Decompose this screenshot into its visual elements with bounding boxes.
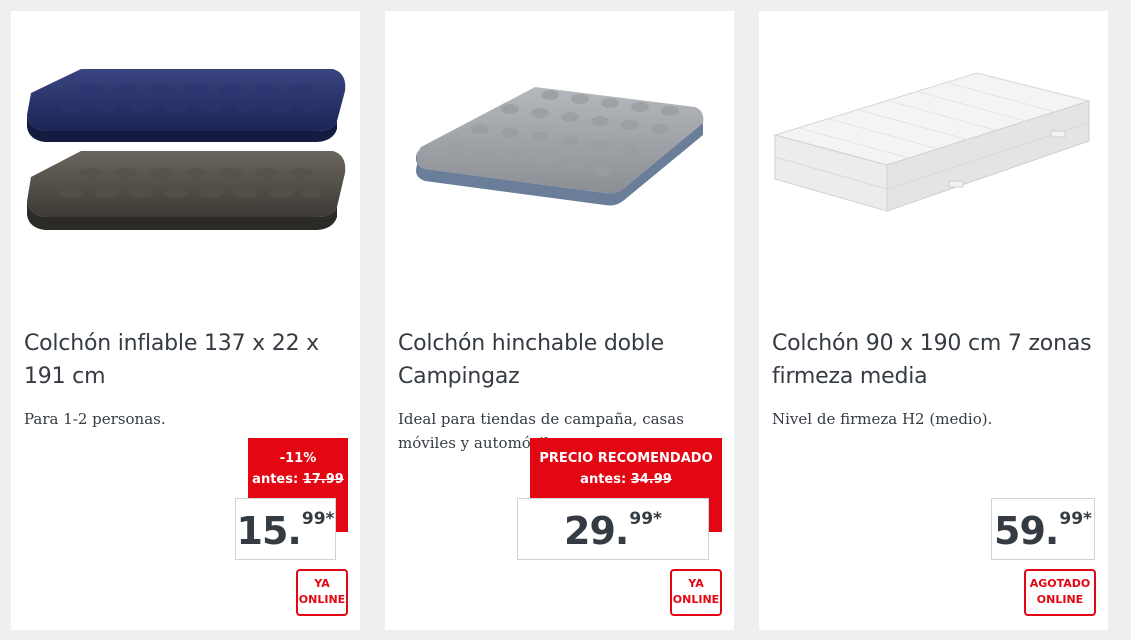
badge-line-1: YA xyxy=(314,577,330,590)
price-integer: 15. xyxy=(236,509,302,553)
product-image[interactable] xyxy=(759,11,1108,291)
price-box: 29. 99* xyxy=(517,498,709,560)
product-card[interactable]: Colchón 90 x 190 cm 7 zonas firmeza medi… xyxy=(759,11,1108,630)
availability-badge[interactable]: YA ONLINE xyxy=(296,569,348,616)
price-integer: 59. xyxy=(994,509,1059,553)
availability-badge[interactable]: YA ONLINE xyxy=(670,569,722,616)
badge-line-1: YA xyxy=(688,577,704,590)
before-price: 17.99 xyxy=(302,472,344,487)
before-label: antes: xyxy=(252,472,299,487)
recommended-label: PRECIO RECOMENDADO xyxy=(539,451,713,466)
price-integer: 29. xyxy=(564,509,629,553)
before-price: 34.99 xyxy=(630,472,672,487)
discount-percent: -11% xyxy=(279,451,317,466)
before-label: antes: xyxy=(580,472,627,487)
price-decimals: 99* xyxy=(1059,509,1092,529)
product-card[interactable]: Colchón inflable 137 x 22 x 191 cm Para … xyxy=(11,11,360,630)
product-image[interactable] xyxy=(385,11,734,291)
price-box: 59. 99* xyxy=(991,498,1095,560)
product-title[interactable]: Colchón hinchable doble Campingaz xyxy=(398,327,723,393)
product-description: Para 1-2 personas. xyxy=(24,410,166,428)
product-title[interactable]: Colchón inflable 137 x 22 x 191 cm xyxy=(24,327,349,393)
price-box: 15. 99* xyxy=(235,498,336,560)
badge-line-2: ONLINE xyxy=(672,593,720,606)
availability-badge[interactable]: AGOTADO ONLINE xyxy=(1024,569,1096,616)
badge-line-2: ONLINE xyxy=(1036,593,1084,606)
product-image[interactable] xyxy=(11,11,360,291)
product-description: Nivel de firmeza H2 (medio). xyxy=(772,410,993,428)
badge-line-2: ONLINE xyxy=(298,593,346,606)
before-price-line: antes: 34.99 xyxy=(530,469,722,490)
price-decimals: 99* xyxy=(629,509,662,529)
badge-line-1: AGOTADO xyxy=(1029,577,1091,590)
product-title[interactable]: Colchón 90 x 190 cm 7 zonas firmeza medi… xyxy=(772,327,1097,393)
before-price-line: antes: 17.99 xyxy=(248,469,348,490)
product-card[interactable]: Colchón hinchable doble Campingaz Ideal … xyxy=(385,11,734,630)
price-decimals: 99* xyxy=(301,509,335,529)
